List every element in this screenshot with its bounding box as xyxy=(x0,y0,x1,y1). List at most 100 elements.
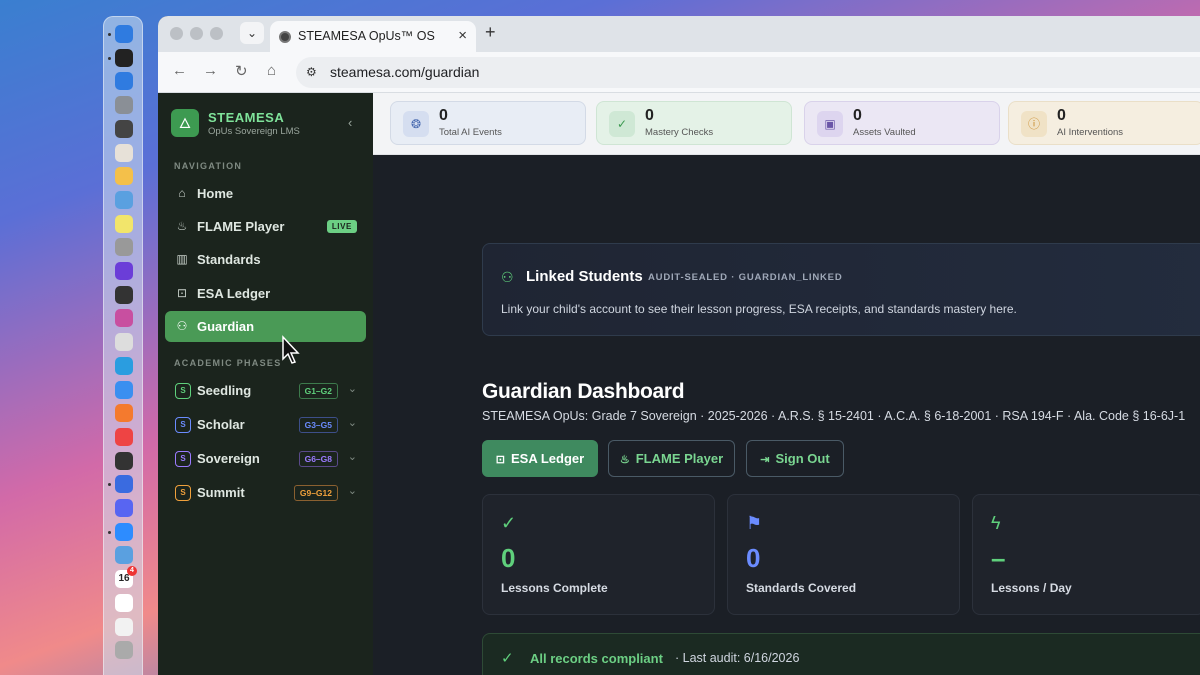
tab-search-button[interactable]: ⌄ xyxy=(240,22,264,44)
lessons-per-day-card: ϟ – Lessons / Day xyxy=(972,494,1200,615)
sidebar-item-summit[interactable]: S Summit G9–G12 ⌄ xyxy=(165,477,366,508)
paint-icon[interactable] xyxy=(115,143,133,162)
mouse-cursor-icon xyxy=(282,335,300,364)
chrome-icon[interactable] xyxy=(115,427,133,446)
brand-subtitle: OpUs Sovereign LMS xyxy=(208,126,300,137)
davinci-icon[interactable] xyxy=(115,285,133,304)
sidebar-item-home[interactable]: ⌂ Home xyxy=(165,178,366,209)
compliance-title: All records compliant xyxy=(530,651,663,666)
lock-icon: ⊡ xyxy=(176,286,188,300)
home-icon[interactable]: ⌂ xyxy=(267,62,276,79)
button-label: Sign Out xyxy=(775,451,830,466)
list-icon[interactable] xyxy=(115,617,133,636)
check-circle-icon: ✓ xyxy=(609,111,635,137)
back-icon[interactable]: ← xyxy=(172,62,187,79)
chevron-down-icon: ⌄ xyxy=(246,26,258,40)
running-indicator xyxy=(108,33,111,36)
live-badge: LIVE xyxy=(326,220,357,233)
users-icon: ⚇ xyxy=(176,319,188,333)
sidebar-item-label: FLAME Player xyxy=(197,219,285,234)
app-icon[interactable] xyxy=(115,451,133,470)
forward-icon[interactable]: → xyxy=(203,62,218,79)
mail-icon[interactable] xyxy=(115,546,133,565)
flag-icon: ⚑ xyxy=(746,513,763,533)
soundcloud-icon[interactable] xyxy=(115,404,133,423)
esa-ledger-button[interactable]: ⊡ ESA Ledger xyxy=(482,440,598,477)
calculator-icon[interactable] xyxy=(115,119,133,138)
cal-icon[interactable] xyxy=(115,593,133,612)
app-icon[interactable] xyxy=(115,475,133,494)
collapse-sidebar-icon[interactable]: ‹ xyxy=(348,115,352,130)
settings-icon[interactable] xyxy=(115,96,133,115)
app-icon[interactable] xyxy=(115,333,133,352)
canva-icon[interactable] xyxy=(115,356,133,375)
browser-tab[interactable]: STEAMESA OpUs™ OS × xyxy=(270,21,476,52)
stat-label: AI Interventions xyxy=(1057,127,1124,138)
screenshot-icon[interactable] xyxy=(115,238,133,257)
standards-covered-card: ⚑ 0 Standards Covered xyxy=(727,494,960,615)
sidebar-item-label: Guardian xyxy=(197,319,255,334)
card-value: – xyxy=(991,543,1006,573)
new-tab-button[interactable]: + xyxy=(485,22,496,43)
grade-badge: G9–G12 xyxy=(293,485,338,501)
terminal-icon[interactable] xyxy=(115,48,133,67)
sidebar-item-esa-ledger[interactable]: ⊡ ESA Ledger xyxy=(165,278,366,309)
app-icon[interactable] xyxy=(115,309,133,328)
stat-label: Mastery Checks xyxy=(645,127,714,138)
minimize-window-button[interactable] xyxy=(190,27,203,40)
maps-icon[interactable] xyxy=(115,190,133,209)
card-value: 0 xyxy=(746,543,761,573)
sidebar-item-scholar[interactable]: S Scholar G3–G5 ⌄ xyxy=(165,409,366,440)
sidebar-item-label: Seedling xyxy=(197,383,252,398)
lock-icon: ⊡ xyxy=(495,454,505,466)
safari-icon[interactable] xyxy=(115,380,133,399)
maximize-window-button[interactable] xyxy=(210,27,223,40)
calendar-icon[interactable]: 16 4 xyxy=(115,566,137,589)
photos-icon[interactable] xyxy=(115,167,133,186)
page-title: Guardian Dashboard xyxy=(482,380,685,403)
check-circle-icon: ✓ xyxy=(501,650,514,667)
close-icon[interactable]: × xyxy=(458,27,467,44)
sidebar-item-sovereign[interactable]: S Sovereign G6–G8 ⌄ xyxy=(165,443,366,474)
finder-icon[interactable] xyxy=(115,25,133,43)
app-store-icon[interactable] xyxy=(115,72,133,91)
stat-value: 0 xyxy=(439,107,448,124)
address-bar[interactable]: ⚙ steamesa.com/guardian xyxy=(296,57,1200,88)
page-subtitle: STEAMESA OpUs: Grade 7 Sovereign · 2025-… xyxy=(482,409,1186,423)
avatar-icon[interactable] xyxy=(115,641,133,660)
stat-value: 0 xyxy=(1057,107,1066,124)
main-content: ❂ 0 Total AI Events ✓ 0 Mastery Checks ▣… xyxy=(373,93,1200,675)
sign-out-button[interactable]: ⇥ Sign Out xyxy=(746,440,844,477)
zoom-icon[interactable] xyxy=(115,522,133,541)
stat-label: Assets Vaulted xyxy=(853,127,916,138)
stat-mastery-checks: ✓ 0 Mastery Checks xyxy=(596,101,792,145)
phase-initial-icon: S xyxy=(175,485,191,501)
notes-icon[interactable] xyxy=(115,214,133,233)
sidebar-item-seedling[interactable]: S Seedling G1–G2 ⌄ xyxy=(165,375,366,406)
browser-toolbar: ← → ↻ ⌂ ⚙ steamesa.com/guardian xyxy=(158,52,1200,93)
close-window-button[interactable] xyxy=(170,27,183,40)
sidebar-item-flame-player[interactable]: ♨ FLAME Player LIVE xyxy=(165,211,366,242)
check-circle-icon: ✓ xyxy=(501,513,517,533)
phase-initial-icon: S xyxy=(175,383,191,399)
phase-initial-icon: S xyxy=(175,417,191,433)
reload-icon[interactable]: ↻ xyxy=(235,62,248,80)
books-icon: ▥ xyxy=(176,252,188,266)
imovie-icon[interactable] xyxy=(115,262,133,280)
sidebar-item-standards[interactable]: ▥ Standards xyxy=(165,244,366,275)
stat-total-ai-events: ❂ 0 Total AI Events xyxy=(390,101,586,145)
browser-window: ⌄ STEAMESA OpUs™ OS × + ← → ↻ ⌂ ⚙ steame… xyxy=(158,16,1200,675)
site-info-icon[interactable]: ⚙ xyxy=(306,65,317,79)
stat-assets-vaulted: ▣ 0 Assets Vaulted xyxy=(804,101,1000,145)
chevron-down-icon: ⌄ xyxy=(347,383,357,395)
linked-students-description: Link your child's account to see their l… xyxy=(501,302,1017,316)
flame-player-button[interactable]: ♨ FLAME Player xyxy=(608,440,735,477)
sidebar-item-guardian[interactable]: ⚇ Guardian xyxy=(165,311,366,342)
discord-icon[interactable] xyxy=(115,499,133,517)
users-icon: ⚇ xyxy=(501,269,514,285)
chevron-down-icon: ⌄ xyxy=(347,451,357,463)
grade-badge: G1–G2 xyxy=(298,383,338,399)
flame-icon: ♨ xyxy=(619,454,630,466)
url-text[interactable]: steamesa.com/guardian xyxy=(330,64,479,80)
sidebar-item-label: ESA Ledger xyxy=(197,286,271,301)
